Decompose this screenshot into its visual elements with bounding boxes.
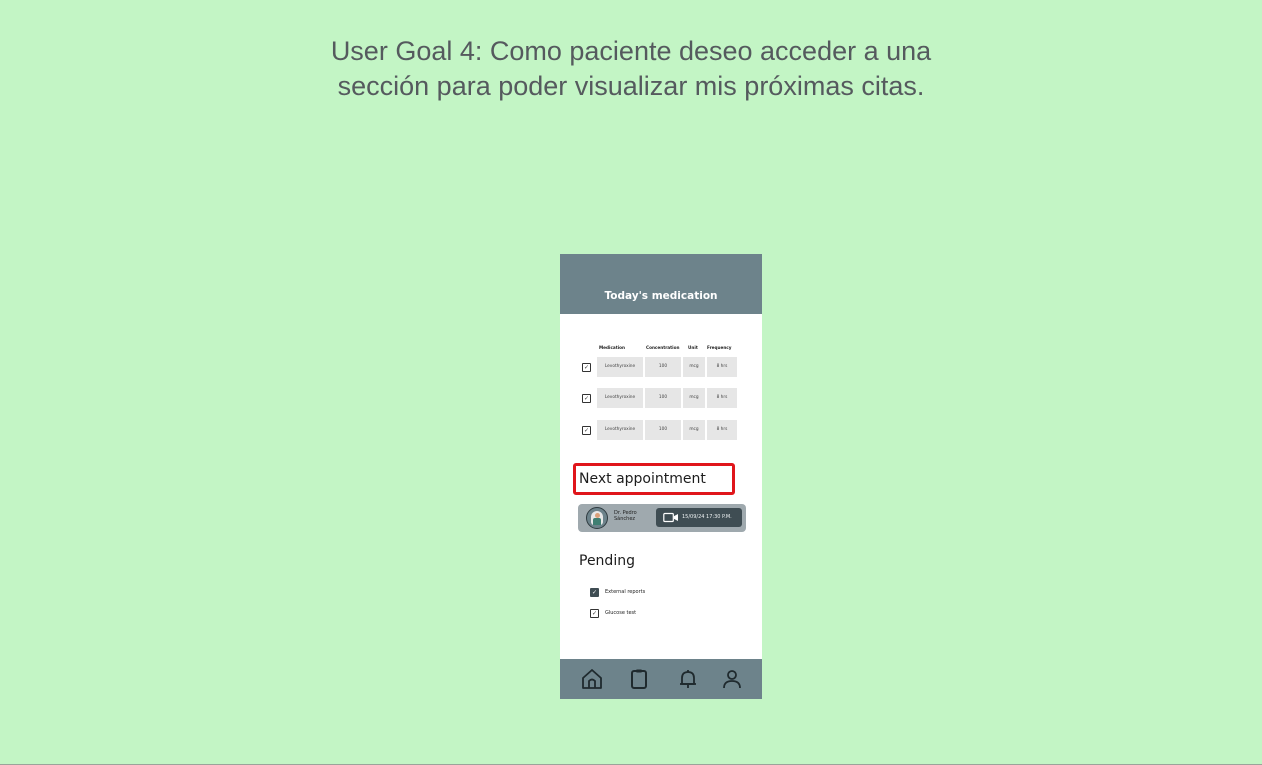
medication-concentration: 100 bbox=[645, 420, 681, 440]
slide-title-line-2: sección para poder visualizar mis próxim… bbox=[337, 71, 925, 101]
pending-item-label: Glucose test bbox=[605, 610, 637, 616]
slide-title-line-1: User Goal 4: Como paciente deseo acceder… bbox=[330, 36, 932, 66]
nav-profile-button[interactable] bbox=[720, 667, 744, 691]
medication-unit: mcg bbox=[683, 357, 705, 377]
medication-unit: mcg bbox=[683, 388, 705, 408]
medication-row[interactable]: ✓ Levothyroxine 100 mcg 8 hrs bbox=[582, 388, 740, 410]
doctor-name-line-2: Sánchez bbox=[614, 516, 636, 522]
medication-name: Levothyroxine bbox=[597, 388, 643, 408]
medication-concentration: 100 bbox=[645, 357, 681, 377]
appointment-join-button[interactable]: 15/09/24 17:30 P.M. bbox=[656, 508, 742, 527]
appointment-card[interactable]: Dr. Pedro Sánchez 15/09/24 17:30 P.M. bbox=[578, 504, 746, 532]
medication-checkbox[interactable]: ✓ bbox=[582, 426, 591, 435]
column-header-medication: Medication bbox=[599, 345, 626, 350]
pending-checkbox[interactable]: ✓ bbox=[590, 588, 599, 597]
medication-frequency: 8 hrs bbox=[707, 420, 737, 440]
pending-item[interactable]: ✓ External reports bbox=[590, 588, 740, 598]
medication-checkbox[interactable]: ✓ bbox=[582, 394, 591, 403]
column-header-frequency: Frequency bbox=[707, 345, 732, 350]
slide-title: User Goal 4: Como paciente deseo acceder… bbox=[0, 34, 1262, 104]
appointment-datetime: 15/09/24 17:30 P.M. bbox=[682, 514, 732, 520]
medication-frequency: 8 hrs bbox=[707, 388, 737, 408]
nav-clipboard-button[interactable] bbox=[627, 667, 651, 691]
column-header-concentration: Concentration bbox=[646, 345, 680, 350]
medication-name: Levothyroxine bbox=[597, 357, 643, 377]
nav-notifications-button[interactable] bbox=[676, 667, 700, 691]
pending-item[interactable]: ✓ Glucose test bbox=[590, 609, 740, 619]
phone-header: Today's medication bbox=[560, 254, 762, 314]
pending-checkbox[interactable]: ✓ bbox=[590, 609, 599, 618]
medication-row[interactable]: ✓ Levothyroxine 100 mcg 8 hrs bbox=[582, 420, 740, 442]
pending-heading: Pending bbox=[579, 553, 635, 569]
medication-row[interactable]: ✓ Levothyroxine 100 mcg 8 hrs bbox=[582, 357, 740, 379]
bottom-nav bbox=[560, 659, 762, 699]
pending-item-label: External reports bbox=[605, 589, 646, 595]
home-icon bbox=[582, 669, 602, 689]
medication-unit: mcg bbox=[683, 420, 705, 440]
clipboard-icon bbox=[631, 669, 647, 689]
medication-name: Levothyroxine bbox=[597, 420, 643, 440]
video-camera-icon bbox=[663, 512, 678, 523]
next-appointment-highlight bbox=[573, 463, 735, 495]
column-header-unit: Unit bbox=[688, 345, 698, 350]
medication-checkbox[interactable]: ✓ bbox=[582, 363, 591, 372]
medication-frequency: 8 hrs bbox=[707, 357, 737, 377]
doctor-avatar bbox=[586, 507, 608, 529]
header-title: Today's medication bbox=[604, 290, 718, 302]
bell-icon bbox=[680, 670, 696, 688]
doctor-name: Dr. Pedro Sánchez bbox=[614, 510, 654, 522]
medication-concentration: 100 bbox=[645, 388, 681, 408]
profile-icon bbox=[723, 670, 741, 689]
nav-home-button[interactable] bbox=[580, 667, 604, 691]
